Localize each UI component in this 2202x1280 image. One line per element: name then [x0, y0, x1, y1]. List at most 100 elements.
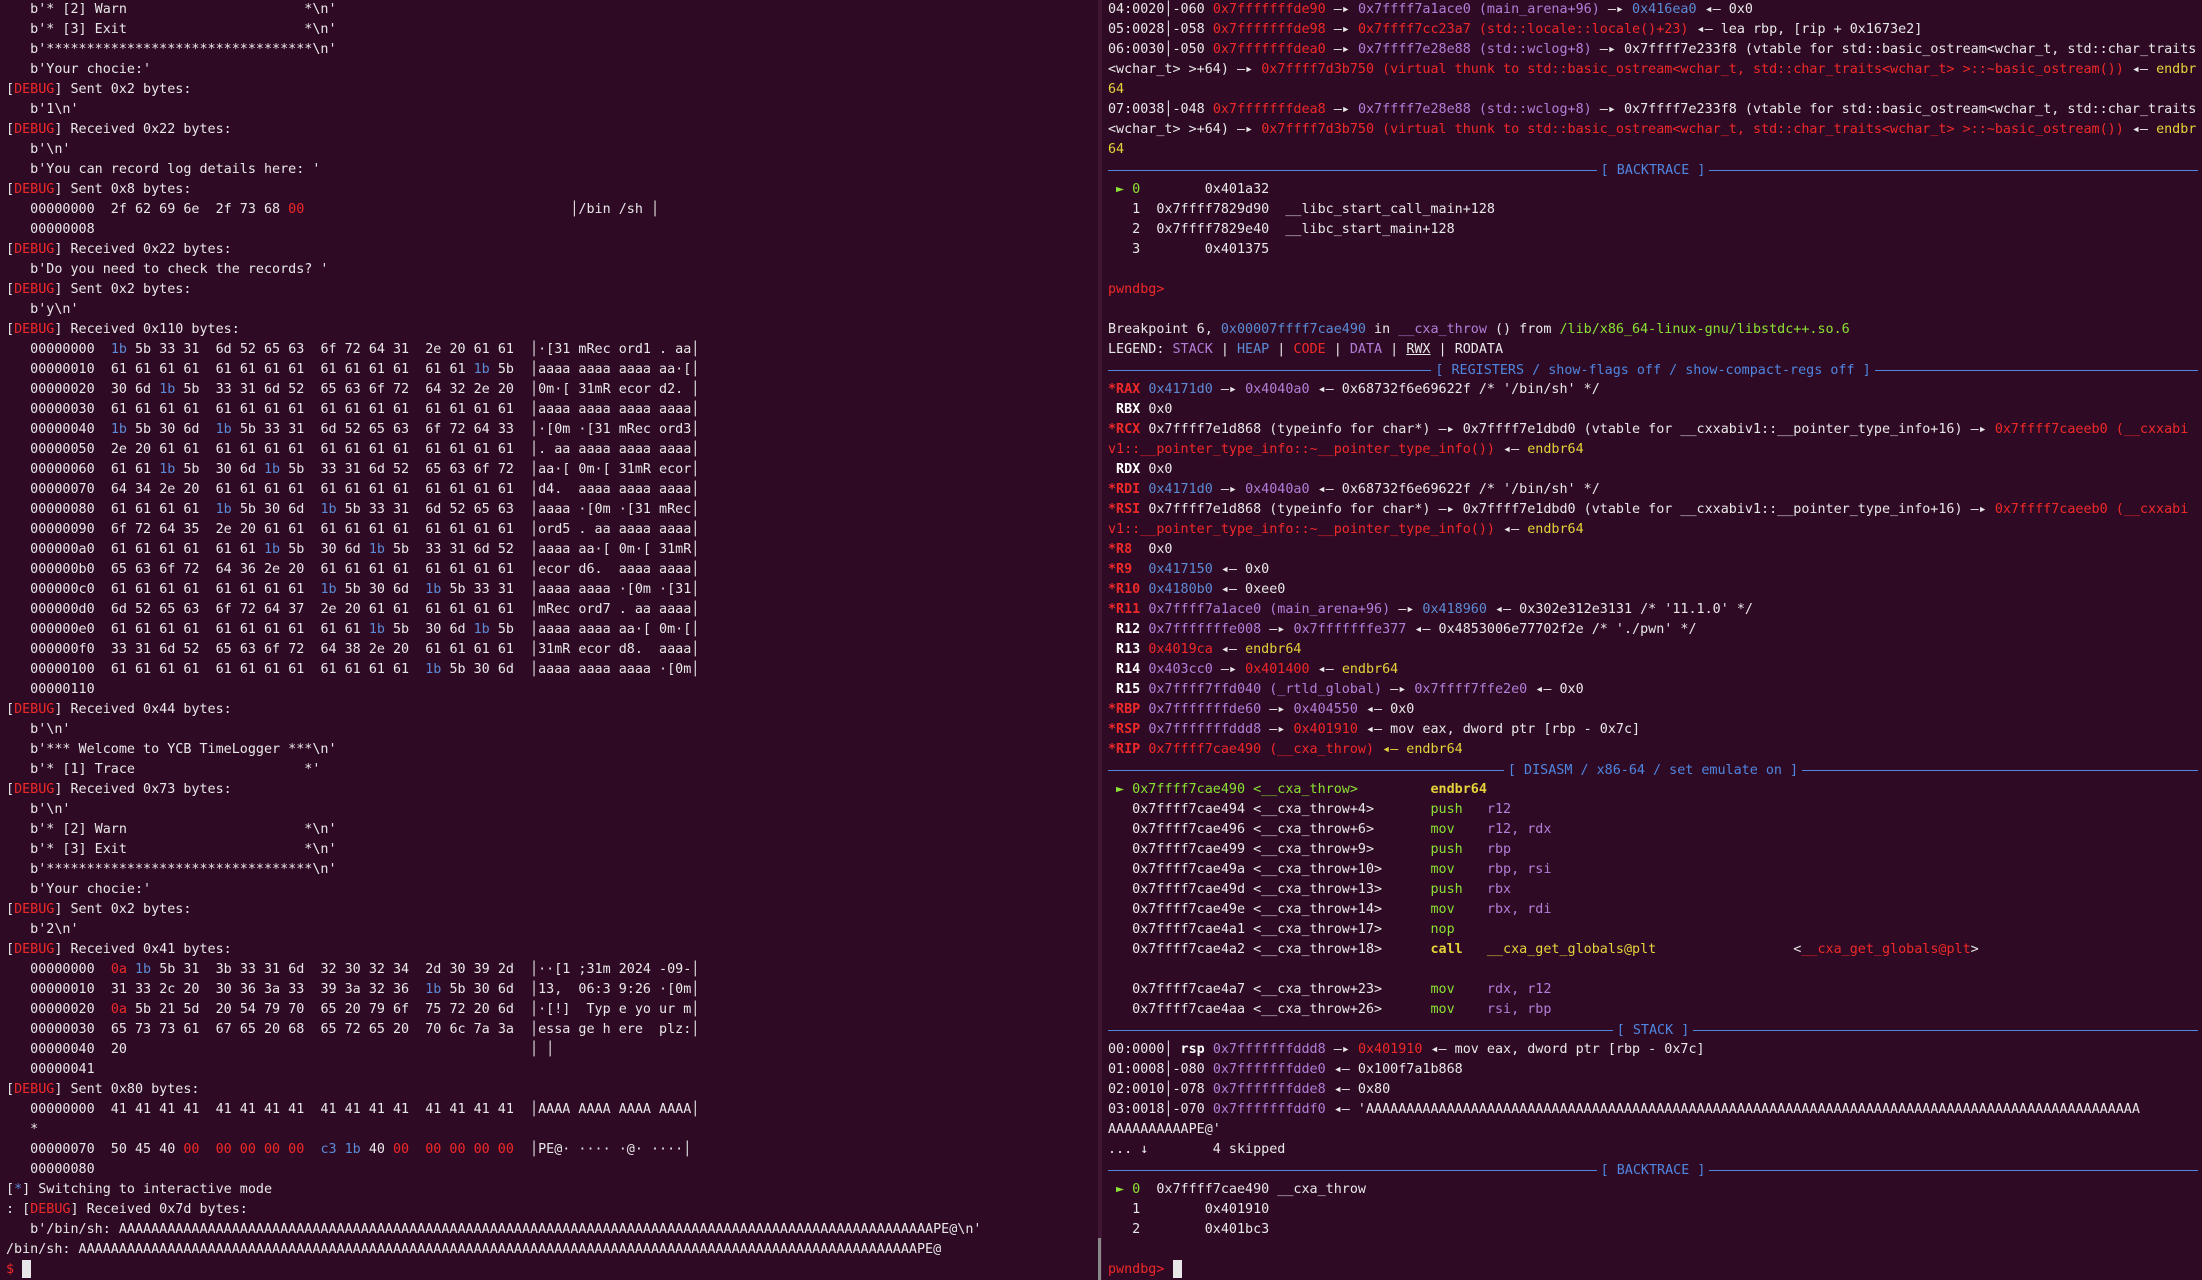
text-span: endbr — [2156, 62, 2197, 77]
text-span: 61 — [239, 402, 256, 417]
text-span: 30 — [344, 962, 361, 977]
text-span: 64 — [215, 562, 232, 577]
text-span: 61 — [215, 362, 232, 377]
text-span — [361, 362, 369, 377]
pwndbg-output: 04:0020│-060 0x7fffffffde90 —▸ 0x7ffff7a… — [1108, 0, 2199, 1280]
text-span: 61 — [344, 362, 361, 377]
text-span: 61 — [264, 622, 281, 637]
text-span: —▸ — [1261, 722, 1294, 737]
text-span: [ — [6, 122, 15, 137]
text-span: 72 — [449, 1002, 466, 1017]
text-span — [1463, 822, 1487, 837]
text-span: [ — [6, 282, 15, 297]
text-span — [337, 422, 345, 437]
register-row: *RSP 0x7fffffffddd8 —▸ 0x401910 ◂— mov e… — [1108, 720, 2198, 740]
text-span: 64 — [1108, 142, 1125, 157]
output-line: v1::__pointer_type_info::~__pointer_type… — [1108, 440, 2198, 460]
text-span: 61 — [159, 362, 176, 377]
text-span: 72 — [344, 342, 361, 357]
text-span: 61 — [425, 362, 442, 377]
disasm-row: 0x7ffff7cae49e <__cxa_throw+14> mov rbx,… — [1108, 900, 2198, 920]
text-span — [490, 962, 498, 977]
text-span: rbp — [1486, 842, 1512, 857]
text-span — [127, 382, 135, 397]
text-span: 61 — [110, 542, 127, 557]
text-span: b'*********************************\n' — [6, 42, 337, 57]
backtrace-frame: 2 0x7ffff7829e40 __libc_start_main+128 — [1108, 220, 2198, 240]
text-span: 6d — [449, 622, 466, 637]
text-span — [151, 1002, 159, 1017]
text-span: c3 1b — [320, 1142, 369, 1157]
text-span: 00 00 00 00 00 — [183, 1142, 321, 1157]
text-span: 61 — [288, 402, 305, 417]
text-span: │ord5 . aa aaaa aaaa│ — [513, 522, 700, 537]
text-span: 61 — [393, 402, 410, 417]
text-span: ] Switching to interactive mode — [22, 1182, 273, 1197]
text-span: 35 — [183, 522, 200, 537]
text-span — [280, 442, 288, 457]
text-span: 31 — [393, 502, 410, 517]
text-span — [304, 362, 320, 377]
text-span: [ — [6, 942, 15, 957]
text-span — [385, 502, 393, 517]
text-span: 5b — [344, 582, 361, 597]
scrollbar-thumb[interactable] — [1098, 1238, 1101, 1280]
text-span — [361, 642, 369, 657]
text-span — [361, 962, 369, 977]
text-span: 52 — [449, 502, 466, 517]
text-span — [280, 482, 288, 497]
debug-tag: DEBUG — [30, 1202, 71, 1217]
output-line: : [DEBUG] Received 0x7d bytes: — [6, 1200, 981, 1220]
text-span — [490, 662, 498, 677]
debug-tag: DEBUG — [14, 122, 55, 137]
text-span: 30 — [473, 662, 490, 677]
text-span: [ — [6, 1182, 15, 1197]
text-span — [280, 602, 288, 617]
output-line: * — [6, 1120, 981, 1140]
text-span: 63 — [135, 562, 152, 577]
text-span: —▸ — [1325, 42, 1358, 57]
text-span — [1382, 982, 1430, 997]
left-terminal-pane[interactable]: b'* [2] Warn *\n' b'* [3] Exit *\n' b'**… — [0, 0, 1098, 1280]
text-span — [256, 582, 264, 597]
text-span: 6d — [215, 342, 232, 357]
text-span: 61 — [159, 542, 176, 557]
output-line: b'*********************************\n' — [6, 860, 981, 880]
text-span: 61 — [183, 662, 200, 677]
text-span — [466, 542, 474, 557]
text-span: 65 — [239, 1022, 256, 1037]
text-span: 00000110 — [6, 682, 95, 697]
stack-entry: 00:0000│ rsp 0x7fffffffddd8 —▸ 0x401910 … — [1108, 1040, 2198, 1060]
section-title: [ DISASM / x86-64 / set emulate on ] — [1507, 762, 1799, 778]
text-span: ◂— 0x302e312e3131 /* '11.1.0' */ — [1486, 602, 1753, 617]
register-row: *RIP 0x7ffff7cae490 (__cxa_throw) ◂— end… — [1108, 740, 2198, 760]
hex-dump-row: 000000f0 33 31 6d 52 65 63 6f 72 64 38 2… — [6, 640, 981, 660]
text-span: b'*********************************\n' — [6, 862, 337, 877]
text-span: HEAP — [1237, 342, 1270, 357]
text-span: 61 — [110, 662, 127, 677]
text-span: 6d — [288, 962, 305, 977]
text-span — [304, 462, 320, 477]
text-span: —▸ — [1325, 2, 1358, 17]
text-span — [256, 342, 264, 357]
text-span: │aaaa aaaa aaaa aa·[│ — [513, 362, 700, 377]
text-span: 72 — [449, 422, 466, 437]
text-span: 000000a0 — [6, 542, 111, 557]
text-span — [385, 542, 393, 557]
text-span — [361, 442, 369, 457]
text-span — [151, 342, 159, 357]
text-span: —▸ — [1325, 1042, 1358, 1057]
hex-dump-row: 00000050 2e 20 61 61 61 61 61 61 61 61 6… — [6, 440, 981, 460]
terminal-cursor — [22, 1260, 32, 1278]
text-span — [256, 522, 264, 537]
text-span: │essa ge h ere plz:│ — [513, 1022, 700, 1037]
text-span — [490, 382, 498, 397]
text-span: 65 — [320, 1002, 337, 1017]
backtrace-frame: 1 0x401910 — [1108, 1200, 2198, 1220]
text-span: 04:0020│-060 — [1108, 2, 1213, 17]
disasm-row: 0x7ffff7cae49d <__cxa_throw+13> push rbx — [1108, 880, 2198, 900]
text-span — [490, 442, 498, 457]
text-span — [466, 662, 474, 677]
right-terminal-pane[interactable]: 04:0020│-060 0x7fffffffde90 —▸ 0x7ffff7a… — [1102, 0, 2202, 1280]
text-span: 61 — [215, 582, 232, 597]
